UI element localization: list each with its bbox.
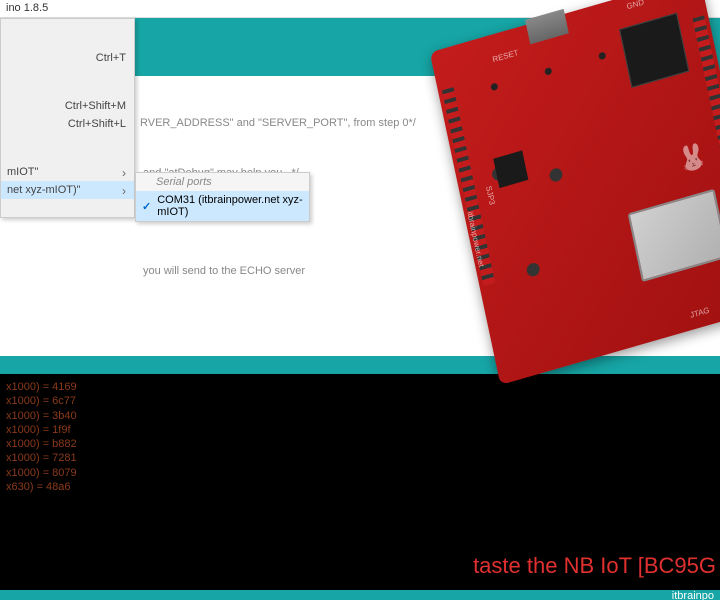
menu-item-serial-plotter[interactable]: Ctrl+Shift+L	[1, 115, 134, 133]
console-line: x1000) = b882	[6, 437, 714, 451]
console-line: x1000) = 3b40	[6, 409, 714, 423]
pcb-sim-slot	[628, 189, 720, 282]
menu-item-board-miot[interactable]: mIOT"	[1, 163, 134, 181]
pcb-chip	[493, 150, 528, 188]
console-line: x1000) = 4169	[6, 380, 714, 394]
menu-item-autoformat[interactable]: Ctrl+T	[1, 49, 134, 67]
footer-brand: itbrainpo	[672, 590, 714, 602]
console-line: x1000) = 6c77	[6, 394, 714, 408]
console-line: x1000) = 8079	[6, 466, 714, 480]
menu-item-port[interactable]: net xyz-mIOT)"	[1, 181, 134, 199]
checkmark-icon: ✓	[142, 200, 151, 213]
banner-text: taste the NB IoT [BC95G	[473, 553, 716, 579]
pcb-chip	[619, 13, 689, 88]
console-line: x1000) = 1f9f	[6, 423, 714, 437]
console-line: x630) = 48a6	[6, 480, 714, 494]
port-submenu: Serial ports ✓ COM31 (itbrainpower.net x…	[135, 172, 310, 222]
pcb-label: SJP3	[484, 185, 497, 206]
promo-banner: taste the NB IoT [BC95G	[0, 542, 720, 590]
console-divider	[0, 356, 720, 374]
port-submenu-header: Serial ports	[136, 173, 309, 191]
pcb-label: GND	[626, 0, 645, 11]
pcb-label: JTAG	[689, 306, 710, 320]
tools-menu-dropdown: Ctrl+T Ctrl+Shift+M Ctrl+Shift+L mIOT" n…	[0, 18, 135, 218]
console-output[interactable]: x1000) = 4169 x1000) = 6c77 x1000) = 3b4…	[0, 374, 720, 542]
console-line: x1000) = 7281	[6, 451, 714, 465]
statusbar: itbrainpo	[0, 590, 720, 600]
port-option-com31[interactable]: ✓ COM31 (itbrainpower.net xyz-mIOT)	[136, 191, 309, 221]
pcb-label: RESET	[492, 48, 520, 64]
port-option-label: COM31 (itbrainpower.net xyz-mIOT)	[157, 194, 303, 218]
menu-item-serial-monitor[interactable]: Ctrl+Shift+M	[1, 97, 134, 115]
pcb-logo-icon	[675, 137, 720, 187]
